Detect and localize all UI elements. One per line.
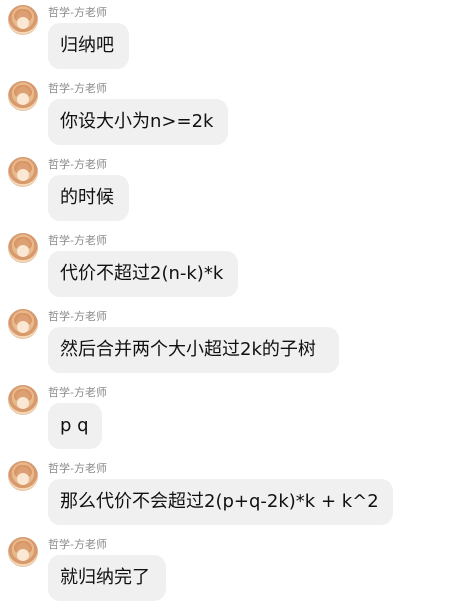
sender-name: 哲学-方老师	[48, 234, 107, 247]
chat-message: 哲学-方老师 你设大小为n>=2k	[0, 76, 455, 152]
user-avatar-icon[interactable]	[8, 233, 38, 263]
chat-message: 哲学-方老师 就归纳完了	[0, 532, 455, 608]
chat-message: 哲学-方老师 那么代价不会超过2(p+q-2k)*k + k^2	[0, 456, 455, 532]
sender-name: 哲学-方老师	[48, 386, 107, 399]
chat-message: 哲学-方老师 代价不超过2(n-k)*k	[0, 228, 455, 304]
user-avatar-icon[interactable]	[8, 537, 38, 567]
chat-message: 哲学-方老师 然后合并两个大小超过2k的子树	[0, 304, 455, 380]
user-avatar-icon[interactable]	[8, 461, 38, 491]
user-avatar-icon[interactable]	[8, 309, 38, 339]
message-bubble[interactable]: 然后合并两个大小超过2k的子树	[48, 327, 339, 373]
message-bubble[interactable]: 那么代价不会超过2(p+q-2k)*k + k^2	[48, 479, 393, 525]
sender-name: 哲学-方老师	[48, 158, 107, 171]
chat-message: 哲学-方老师 p q	[0, 380, 455, 456]
user-avatar-icon[interactable]	[8, 157, 38, 187]
chat-message: 哲学-方老师 归纳吧	[0, 0, 455, 76]
message-bubble[interactable]: 代价不超过2(n-k)*k	[48, 251, 238, 297]
sender-name: 哲学-方老师	[48, 6, 107, 19]
sender-name: 哲学-方老师	[48, 310, 107, 323]
chat-message-list: 哲学-方老师 归纳吧 哲学-方老师 你设大小为n>=2k 哲学-方老师 的时候 …	[0, 0, 455, 613]
message-bubble[interactable]: p q	[48, 403, 102, 449]
message-bubble[interactable]: 你设大小为n>=2k	[48, 99, 228, 145]
sender-name: 哲学-方老师	[48, 462, 107, 475]
sender-name: 哲学-方老师	[48, 82, 107, 95]
message-bubble[interactable]: 就归纳完了	[48, 555, 166, 601]
user-avatar-icon[interactable]	[8, 81, 38, 111]
sender-name: 哲学-方老师	[48, 538, 107, 551]
message-bubble[interactable]: 归纳吧	[48, 23, 129, 69]
message-bubble[interactable]: 的时候	[48, 175, 129, 221]
chat-message: 哲学-方老师 的时候	[0, 152, 455, 228]
user-avatar-icon[interactable]	[8, 5, 38, 35]
user-avatar-icon[interactable]	[8, 385, 38, 415]
